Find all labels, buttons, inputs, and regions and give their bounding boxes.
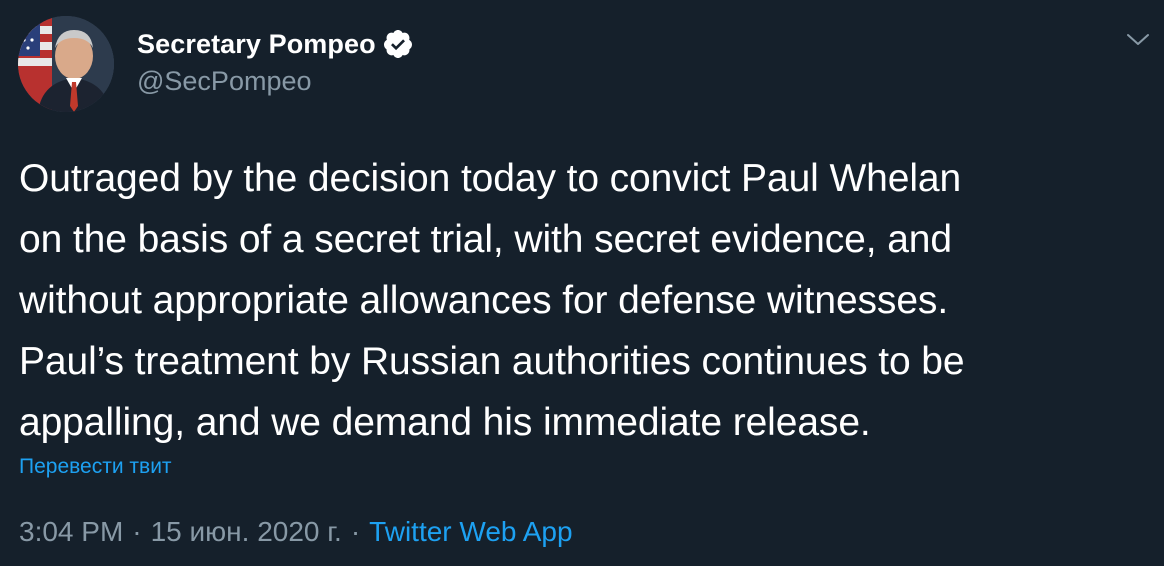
meta-separator: ·	[132, 516, 142, 547]
verified-badge-icon	[382, 28, 414, 60]
translate-tweet-link[interactable]: Перевести твит	[19, 455, 172, 479]
tweet-date[interactable]: 15 июн. 2020 г.	[151, 516, 342, 548]
tweet-meta: 3:04 PM · 15 июн. 2020 г. · Twitter Web …	[19, 516, 573, 548]
display-name-row: Secretary Pompeo	[137, 26, 414, 62]
tweet-text: Outraged by the decision today to convic…	[19, 157, 965, 444]
chevron-down-icon[interactable]	[1124, 30, 1152, 50]
author-handle[interactable]: @SecPompeo	[137, 66, 414, 97]
tweet-time[interactable]: 3:04 PM	[19, 516, 123, 548]
author-names: Secretary Pompeo @SecPompeo	[137, 26, 414, 97]
author-avatar[interactable]	[18, 16, 114, 112]
tweet-source-link[interactable]: Twitter Web App	[369, 516, 572, 548]
tweet-card: Secretary Pompeo @SecPompeo Outraged by …	[0, 0, 1164, 566]
author-display-name[interactable]: Secretary Pompeo	[137, 29, 376, 60]
meta-separator: ·	[350, 516, 361, 547]
avatar-image	[18, 16, 114, 112]
